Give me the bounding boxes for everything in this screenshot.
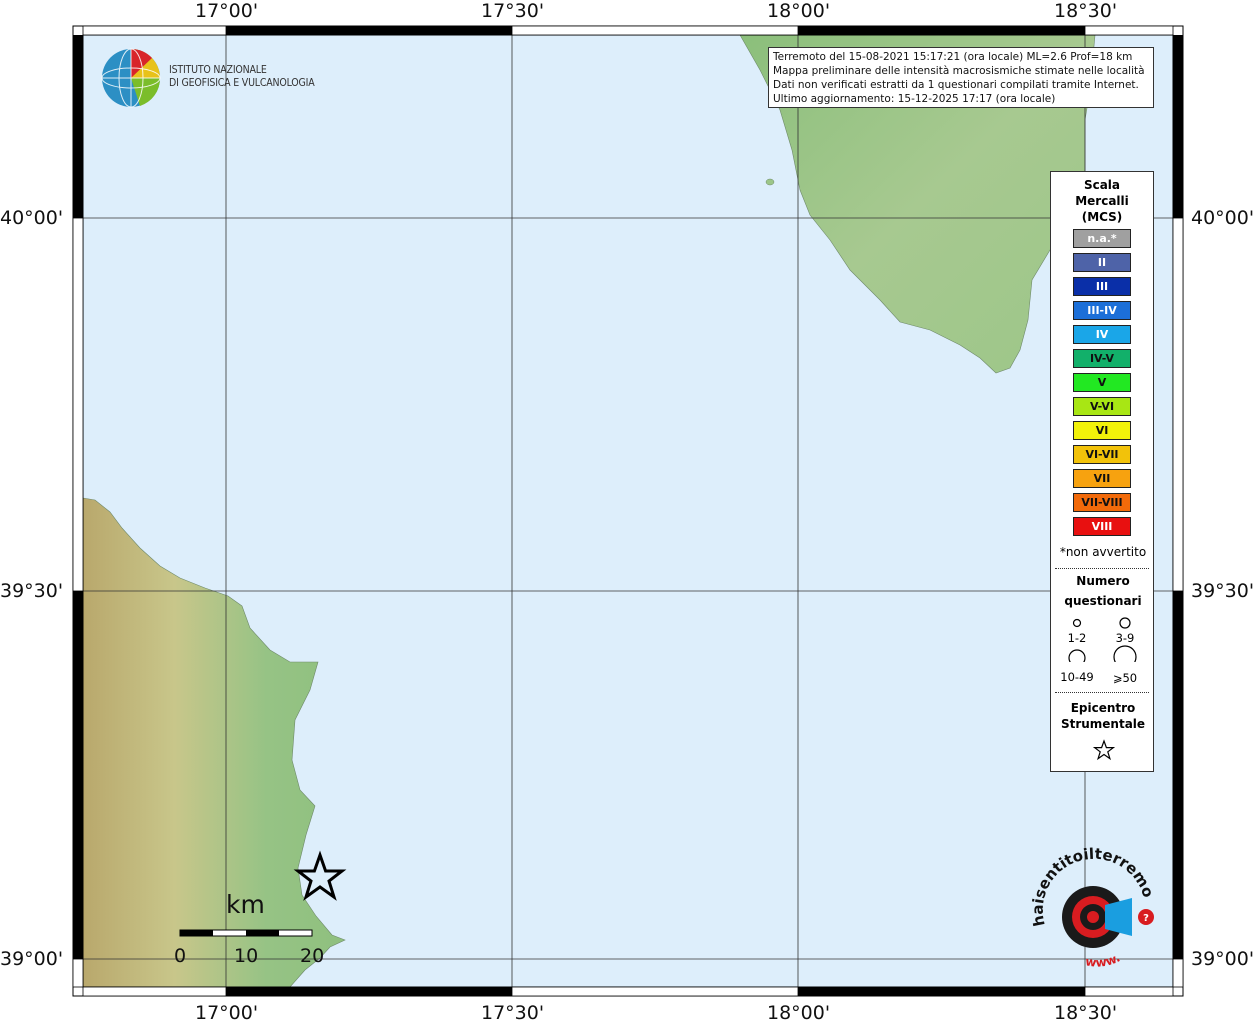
scale-tick-10: 10 xyxy=(234,945,259,967)
count-title-2: questionari xyxy=(1064,594,1142,608)
coord-bottom-1: 17°00' xyxy=(195,1002,259,1024)
ingv-logo-text: ISTITUTO NAZIONALE DI GEOFISICA E VULCAN… xyxy=(169,64,315,90)
coord-top-4: 18°30' xyxy=(1054,0,1118,22)
intensity-swatch: V-VI xyxy=(1073,397,1131,416)
legend-separator-1 xyxy=(1055,568,1149,569)
intensity-swatch: VIII xyxy=(1073,517,1131,536)
legend-title-line-3: (MCS) xyxy=(1081,210,1123,224)
coord-right-2: 39°30' xyxy=(1191,580,1255,602)
star-icon xyxy=(1093,739,1115,761)
intensity-swatch: VII xyxy=(1073,469,1131,488)
info-line-1: Terremoto del 15-08-2021 15:17:21 (ora l… xyxy=(773,51,1133,63)
coord-left-1: 40°00' xyxy=(0,207,64,229)
count-label-3: 10-49 xyxy=(1060,670,1094,684)
intensity-swatch: IV xyxy=(1073,325,1131,344)
islet xyxy=(765,178,775,186)
info-line-4: Ultimo aggiornamento: 15-12-2025 17:17 (… xyxy=(773,93,1056,105)
logo-line-2: DI GEOFISICA E VULCANOLOGIA xyxy=(169,77,315,89)
legend-title-line-1: Scala xyxy=(1083,178,1121,192)
coord-bottom-4: 18°30' xyxy=(1054,1002,1118,1024)
coord-top-3: 18°00' xyxy=(767,0,831,22)
coord-right-1: 40°00' xyxy=(1191,207,1255,229)
intensity-swatch: II xyxy=(1073,253,1131,272)
legend-note: *non avvertito xyxy=(1059,545,1147,559)
coord-bottom-3: 18°00' xyxy=(767,1002,831,1024)
info-line-3: Dati non verificati estratti da 1 questi… xyxy=(773,79,1139,91)
count-label-1: 1-2 xyxy=(1067,631,1087,645)
count-title-1: Numero xyxy=(1076,574,1130,588)
coord-top-1: 17°00' xyxy=(195,0,259,22)
scale-unit: km xyxy=(226,890,265,919)
info-line-2: Mappa preliminare delle intensità macros… xyxy=(773,65,1145,77)
intensity-swatch: VII-VIII xyxy=(1073,493,1131,512)
count-label-2: 3-9 xyxy=(1115,631,1135,645)
intensity-swatch: IV-V xyxy=(1073,349,1131,368)
scale-tick-20: 20 xyxy=(300,945,325,967)
scale-bar xyxy=(179,929,313,937)
coord-left-2: 39°30' xyxy=(0,580,64,602)
legend-title: Scala Mercalli (MCS) xyxy=(1051,177,1153,225)
legend-panel: Scala Mercalli (MCS) n.a.* II III III-IV IV I… xyxy=(1050,171,1154,772)
legend-title-line-2: Mercalli xyxy=(1075,194,1129,208)
logo-line-1: ISTITUTO NAZIONALE xyxy=(169,64,267,76)
intensity-swatch: III-IV xyxy=(1073,301,1131,320)
coord-left-3: 39°00' xyxy=(0,948,64,970)
intensity-swatch: VI-VII xyxy=(1073,445,1131,464)
coord-right-3: 39°00' xyxy=(1191,948,1255,970)
intensity-swatch: n.a.* xyxy=(1073,229,1131,248)
scale-tick-0: 0 xyxy=(174,945,187,967)
svg-text:?: ? xyxy=(1143,913,1149,924)
ingv-logo-icon xyxy=(101,48,161,108)
coord-top-2: 17°30' xyxy=(481,0,545,22)
coord-bottom-2: 17°30' xyxy=(481,1002,545,1024)
intensity-swatch: VI xyxy=(1073,421,1131,440)
count-label-4: ⩾50 xyxy=(1112,671,1138,685)
intensity-swatch: III xyxy=(1073,277,1131,296)
epicenter-title-1: Epicentro xyxy=(1070,701,1136,715)
intensity-swatch: V xyxy=(1073,373,1131,392)
epicenter-title-2: Strumentale xyxy=(1060,717,1146,731)
legend-separator-2 xyxy=(1055,692,1149,693)
event-info-box: Terremoto del 15-08-2021 15:17:21 (ora l… xyxy=(768,47,1154,108)
